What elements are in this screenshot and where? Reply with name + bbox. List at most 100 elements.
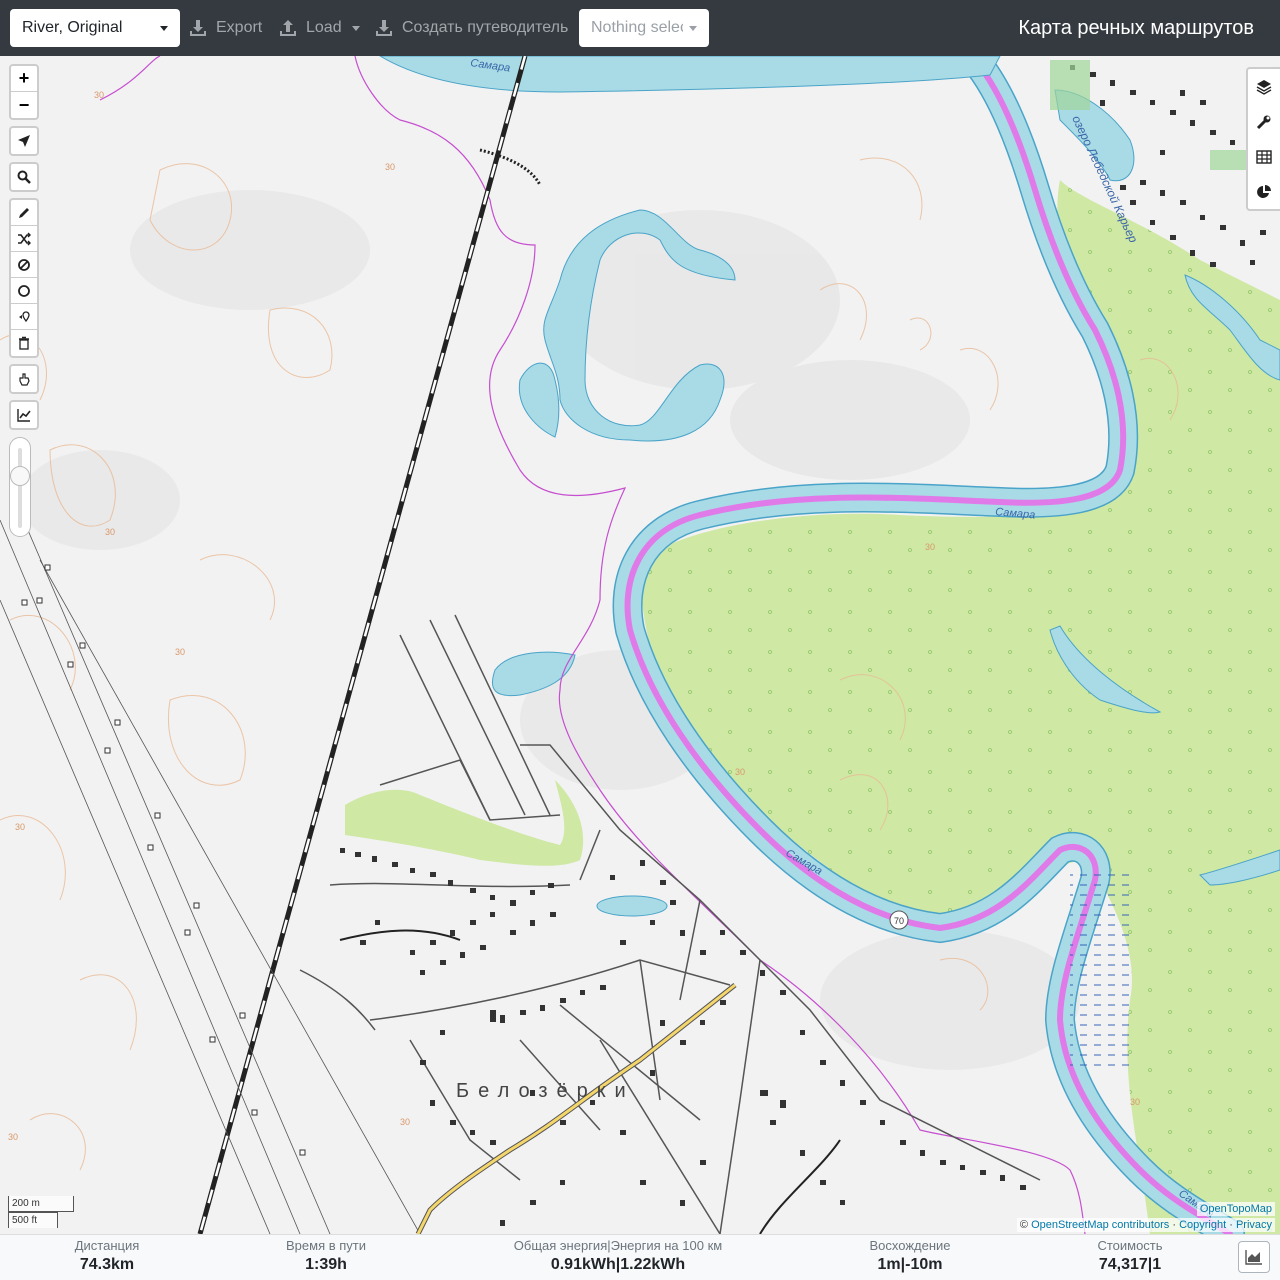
stats-button[interactable]	[1248, 174, 1280, 209]
cost-value-2: 1	[1152, 1256, 1162, 1273]
stat-ascent: Восхождение 1m|-10m	[862, 1237, 958, 1276]
delete-route-button[interactable]	[11, 330, 37, 356]
reverse-route-button[interactable]	[11, 226, 37, 252]
descent-value: -10	[905, 1256, 929, 1273]
scale-imperial: 500 ft	[8, 1212, 58, 1228]
time-value: 1:39	[305, 1256, 338, 1273]
table-button[interactable]	[1248, 139, 1280, 174]
stat-distance: Дистанция 74.3km	[64, 1237, 150, 1276]
draw-toolbar	[9, 198, 39, 358]
contour-label: 30	[15, 822, 25, 832]
time-unit: h	[337, 1256, 347, 1273]
stat-value: 1:39h	[276, 1254, 376, 1276]
layers-icon	[1256, 79, 1272, 95]
create-guide-button[interactable]: Создать путеводитель	[374, 9, 568, 47]
settings-button[interactable]	[1248, 104, 1280, 139]
profile-select-value: River, Original	[22, 19, 123, 36]
upload-icon	[280, 20, 296, 36]
separator: ·	[1172, 1219, 1176, 1231]
distance-value: 74.3	[79, 1256, 111, 1273]
opacity-slider[interactable]	[9, 437, 31, 537]
export-label: Export	[216, 19, 263, 36]
elevation-chart-button[interactable]	[11, 402, 37, 428]
stat-label: Восхождение	[869, 1238, 951, 1253]
map-canvas[interactable]: 30 30 30 30 30 30 30 30 30 30 70 Самара …	[0, 56, 1280, 1234]
locate-button[interactable]	[11, 128, 37, 154]
create-guide-label: Создать путеводитель	[402, 19, 569, 36]
stat-label: Время в пути	[286, 1238, 366, 1253]
contour-label: 30	[385, 162, 395, 172]
village-label: Белозёрки	[456, 1080, 635, 1102]
layers-button[interactable]	[1248, 69, 1280, 104]
download-icon	[376, 20, 392, 36]
trash-icon	[19, 336, 29, 350]
opentopomap-link[interactable]: OpenTopoMap	[1200, 1203, 1272, 1215]
poi-tool-button[interactable]	[11, 304, 37, 330]
load-button[interactable]: Load	[278, 9, 360, 47]
chevron-down-icon	[351, 25, 360, 31]
route-select-value: Nothing selected	[591, 19, 683, 36]
load-label: Load	[306, 19, 342, 36]
contour-label: 30	[1130, 1097, 1140, 1107]
hand-button[interactable]	[11, 366, 37, 392]
stat-value: 1m|-10m	[862, 1254, 958, 1276]
stat-value: 74.3km	[64, 1254, 150, 1276]
contour-label: 30	[175, 647, 185, 657]
energy-per100-value: 1.22	[620, 1256, 652, 1273]
location-arrow-icon	[18, 135, 30, 147]
route-stats-bar: Дистанция 74.3km Время в пути 1:39h Обща…	[0, 1234, 1280, 1280]
scale-metric: 200 m	[8, 1196, 74, 1212]
circle-tool-button[interactable]	[11, 278, 37, 304]
privacy-link[interactable]: Privacy	[1236, 1219, 1272, 1231]
stat-energy: Общая энергия|Энергия на 100 км 0.91kWh|…	[506, 1237, 730, 1276]
search-control	[9, 162, 39, 192]
shuffle-icon	[18, 232, 31, 245]
contour-label: 30	[94, 90, 104, 100]
stat-label: Дистанция	[74, 1238, 140, 1253]
stat-label: Общая энергия|Энергия на 100 км	[513, 1238, 723, 1253]
hand-pointer-icon	[19, 373, 30, 386]
profile-select[interactable]: River, Original	[10, 9, 180, 47]
contour-label: 30	[925, 542, 935, 552]
copyright-link[interactable]: Copyright	[1179, 1219, 1226, 1231]
no-go-area-button[interactable]	[11, 252, 37, 278]
slider-knob[interactable]	[10, 466, 30, 486]
right-control-group	[1246, 67, 1280, 211]
map-marker-icon	[19, 310, 30, 322]
wrench-icon	[1256, 115, 1271, 129]
route-select[interactable]: Nothing selected	[579, 9, 709, 47]
stat-value: 74,317|1	[1086, 1254, 1174, 1276]
area-chart-icon	[1245, 1250, 1262, 1265]
contour-label: 30	[8, 1132, 18, 1142]
stat-label: Стоимость	[1097, 1238, 1163, 1253]
descent-unit: m	[928, 1256, 943, 1273]
export-button[interactable]: Export	[188, 9, 262, 47]
app-title: Карта речных маршрутов	[1018, 17, 1254, 39]
contour-label: 30	[105, 527, 115, 537]
stat-value: 0.91kWh|1.22kWh	[506, 1254, 730, 1276]
energy-per100-unit: kWh	[651, 1256, 686, 1273]
attribution-tiles: OpenTopoMap	[1196, 1202, 1275, 1216]
zoom-control: + −	[9, 64, 39, 120]
energy-total-value: 0.91	[550, 1256, 582, 1273]
ban-icon	[18, 258, 30, 271]
draw-route-button[interactable]	[11, 200, 37, 226]
road-shield-label: 70	[894, 916, 904, 926]
elevation-profile-button[interactable]	[1238, 1241, 1270, 1273]
top-toolbar: River, Original Export Load Создать путе…	[0, 0, 1280, 56]
pencil-icon	[19, 207, 29, 218]
search-button[interactable]	[11, 164, 37, 190]
osm-contributors-link[interactable]: OpenStreetMap contributors	[1031, 1219, 1169, 1231]
slider-track	[18, 448, 22, 528]
circle-icon	[18, 284, 30, 297]
chevron-down-icon	[689, 26, 697, 31]
map-tiles: 30 30 30 30 30 30 30 30 30 30 70 Самара …	[0, 56, 1280, 1234]
contour-label: 30	[735, 767, 745, 777]
cost-value: 74,317	[1098, 1256, 1148, 1273]
elevation-control	[9, 400, 39, 430]
zoom-out-button[interactable]: −	[11, 92, 37, 118]
zoom-in-button[interactable]: +	[11, 66, 37, 92]
energy-total-unit: kWh	[581, 1256, 616, 1273]
download-icon	[190, 20, 206, 36]
copyright-symbol: ©	[1019, 1219, 1029, 1231]
